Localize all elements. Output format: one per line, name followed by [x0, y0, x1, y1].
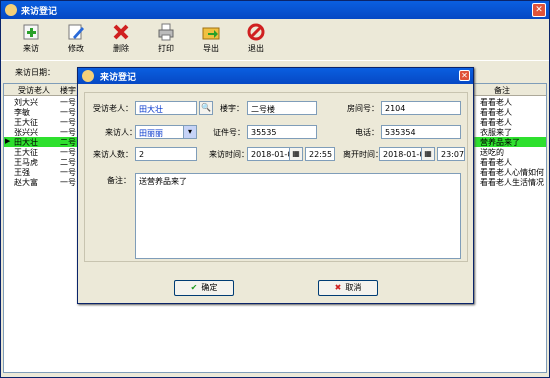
room-field[interactable]: 2104 [381, 101, 461, 115]
edit-button[interactable]: 修改 [58, 23, 94, 59]
exit-icon [247, 23, 265, 41]
dialog-icon [82, 70, 94, 82]
visit-dialog: 来访登记 ✕ 受访老人： 田大壮 🔍 楼宇： 二号楼 房间号： 2104 来访人… [77, 67, 474, 304]
search-elder-button[interactable]: 🔍 [199, 101, 213, 115]
form-panel: 受访老人： 田大壮 🔍 楼宇： 二号楼 房间号： 2104 来访人： 田丽丽 ▾… [84, 92, 468, 262]
export-button[interactable]: 导出 [193, 23, 229, 59]
export-icon [202, 27, 220, 40]
add-icon [23, 24, 39, 40]
building-label: 楼宇： [220, 104, 244, 113]
app-icon [5, 4, 17, 16]
dialog-title-bar: 来访登记 ✕ [78, 68, 473, 84]
row-pointer-icon: ▶ [5, 137, 11, 145]
elder-field[interactable]: 田大壮 [135, 101, 197, 115]
dialog-title: 来访登记 [100, 73, 137, 83]
visit-date-label: 来访日期： [15, 68, 55, 77]
header-remark: 备注 [494, 86, 510, 95]
elder-label: 受访老人： [93, 104, 133, 113]
print-button[interactable]: 打印 [148, 23, 184, 59]
remark-textarea[interactable]: 送营养品来了 [135, 173, 461, 259]
header-elder: 受访老人 [18, 86, 50, 95]
chevron-down-icon[interactable]: ▾ [183, 125, 197, 139]
id-field[interactable]: 35535 [247, 125, 317, 139]
dialog-close-button[interactable]: ✕ [459, 70, 470, 81]
calendar-icon[interactable]: ▦ [421, 147, 435, 161]
visitor-label: 来访人： [105, 128, 137, 137]
id-label: 证件号： [213, 128, 245, 137]
edit-icon [68, 24, 84, 40]
delete-button[interactable]: 删除 [103, 23, 139, 59]
remark-label: 备注： [107, 176, 131, 185]
phone-label: 电话： [355, 128, 379, 137]
delete-icon [113, 24, 129, 40]
phone-field[interactable]: 535354 [381, 125, 461, 139]
check-icon: ✔ [190, 283, 198, 292]
count-field[interactable]: 2 [135, 147, 197, 161]
add-visit-button[interactable]: 来访 [13, 23, 49, 59]
room-label: 房间号： [347, 104, 379, 113]
leave-clock-field[interactable]: 23:07 [437, 147, 465, 161]
window-title: 来访登记 [21, 7, 58, 17]
exit-button[interactable]: 退出 [238, 23, 274, 59]
cancel-button[interactable]: ✖ 取消 [318, 280, 378, 296]
calendar-icon[interactable]: ▦ [289, 147, 303, 161]
toolbar: 来访 修改 删除 打印 导出 退出 [1, 19, 549, 61]
header-building: 楼宇 [60, 86, 76, 95]
building-field[interactable]: 二号楼 [247, 101, 317, 115]
count-label: 来访人数： [93, 150, 133, 159]
visit-clock-field[interactable]: 22:55 [305, 147, 335, 161]
printer-icon [158, 23, 174, 41]
title-bar: 来访登记 ✕ [1, 1, 549, 19]
cancel-icon: ✖ [334, 283, 342, 292]
visit-time-label: 来访时间： [209, 150, 249, 159]
leave-time-label: 离开时间： [343, 150, 383, 159]
close-button[interactable]: ✕ [532, 3, 546, 17]
ok-button[interactable]: ✔ 确定 [174, 280, 234, 296]
